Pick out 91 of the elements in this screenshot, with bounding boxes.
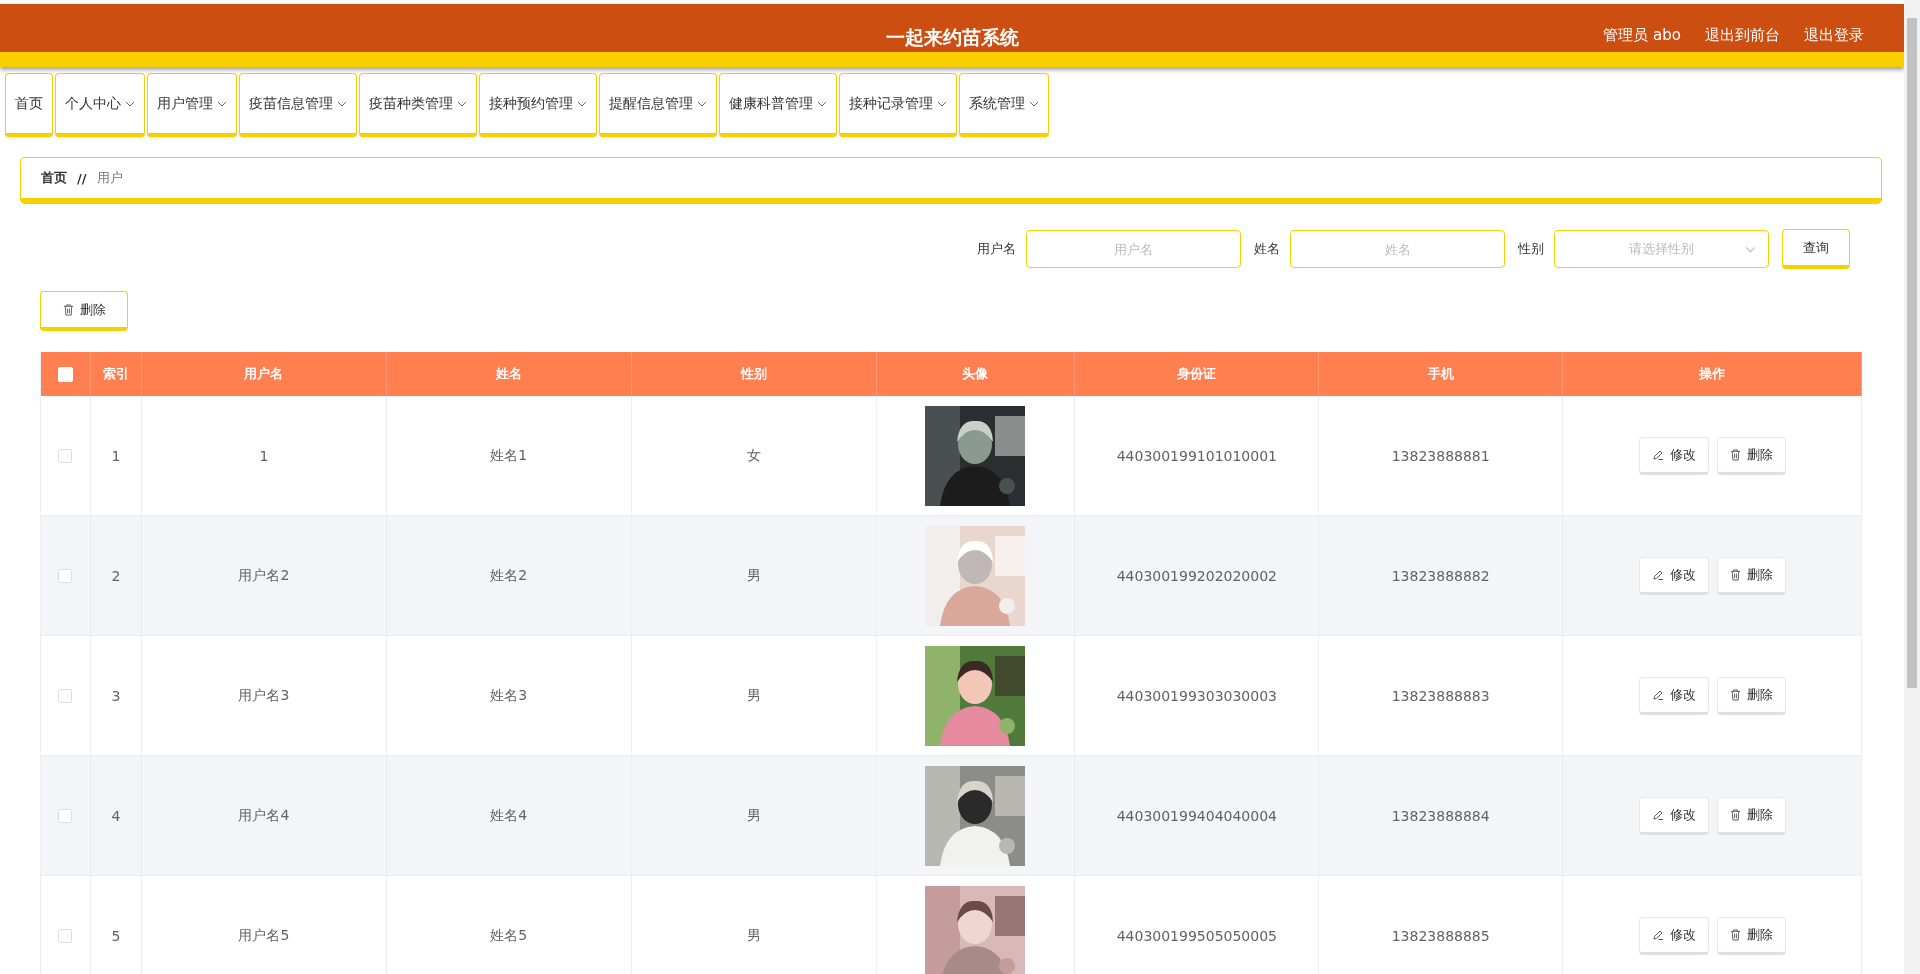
column-header: 用户名 (141, 352, 387, 396)
table-cell: 440300199303030003 (1116, 687, 1277, 704)
delete-button[interactable]: 删除 (1716, 796, 1786, 835)
select-all-checkbox[interactable] (58, 366, 73, 382)
nav-menu-item[interactable]: 系统管理 (959, 73, 1049, 137)
table-cell: 姓名5 (490, 926, 528, 945)
pencil-icon (1651, 448, 1664, 461)
table-cell: 4 (111, 807, 121, 824)
search-field[interactable]: 姓名 (1290, 230, 1505, 268)
nav-menu-item[interactable]: 接种预约管理 (479, 73, 597, 137)
trash-icon (62, 303, 74, 316)
delete-button[interactable]: 删除 (1716, 916, 1786, 955)
nav-menu-item[interactable]: 疫苗种类管理 (359, 73, 477, 137)
trash-icon (1729, 928, 1741, 941)
user-name: 管理员 abo (1603, 26, 1681, 45)
table-cell: 姓名2 (490, 566, 528, 585)
breadcrumb-separator: // (77, 170, 87, 186)
nav-menu-item[interactable]: 接种记录管理 (839, 73, 957, 137)
trash-icon (1729, 448, 1741, 461)
table-cell: 男 (746, 806, 761, 825)
table-cell: 13823888885 (1391, 927, 1490, 944)
table-cell: 13823888882 (1391, 567, 1490, 584)
table-cell: 用户名5 (238, 926, 290, 945)
scrollbar[interactable] (1904, 0, 1920, 974)
field-label: 用户名 (977, 240, 1016, 258)
trash-icon (1729, 808, 1741, 821)
table-cell: 440300199202020002 (1116, 567, 1277, 584)
breadcrumb-link[interactable]: 首页 (41, 169, 67, 187)
edit-button[interactable]: 修改 (1638, 436, 1709, 475)
row-checkbox[interactable] (58, 688, 73, 703)
delete-button[interactable]: 删除 (40, 291, 128, 331)
field-label: 姓名 (1254, 240, 1280, 258)
column-header: 手机 (1319, 352, 1564, 396)
table-cell: 13823888881 (1391, 447, 1490, 464)
pencil-icon (1651, 688, 1664, 701)
delete-button[interactable]: 删除 (1716, 676, 1786, 715)
edit-button[interactable]: 修改 (1638, 556, 1709, 595)
nav-menu-item[interactable]: 健康科普管理 (719, 73, 837, 137)
trash-icon (1729, 568, 1741, 581)
table-cell: 姓名1 (490, 446, 528, 465)
table-cell: 5 (111, 927, 121, 944)
column-header: 头像 (876, 352, 1076, 396)
table-cell: 男 (746, 686, 761, 705)
table-cell: 用户名2 (238, 566, 290, 585)
column-header: 操作 (1563, 352, 1862, 396)
nav-menu-item[interactable]: 疫苗信息管理 (239, 73, 357, 137)
field-label: 性别 (1518, 240, 1544, 258)
table-cell: 13823888883 (1391, 687, 1490, 704)
table-cell: 用户名3 (238, 686, 290, 705)
delete-button[interactable]: 删除 (1716, 436, 1786, 475)
row-checkbox[interactable] (58, 808, 73, 823)
table-cell: 1 (259, 447, 269, 464)
header-link[interactable]: 退出到前台 (1705, 26, 1780, 45)
header-link[interactable]: 退出登录 (1804, 26, 1864, 45)
search-field[interactable]: 用户名 (1026, 230, 1241, 268)
edit-button[interactable]: 修改 (1638, 796, 1709, 835)
table-cell: 440300199101010001 (1116, 447, 1277, 464)
chevron-down-icon (1745, 246, 1756, 253)
table-cell: 440300199404040004 (1116, 807, 1277, 824)
table-cell: 440300199505050005 (1116, 927, 1277, 944)
table-cell: 3 (111, 687, 121, 704)
row-checkbox[interactable] (58, 448, 73, 463)
edit-button[interactable]: 修改 (1638, 676, 1709, 715)
table-cell: 用户名4 (238, 806, 290, 825)
query-button[interactable]: 查询 (1782, 229, 1850, 269)
system-title: 一起来约苗系统 (885, 25, 1019, 50)
pencil-icon (1651, 568, 1664, 581)
current-page-title: 用户 (96, 169, 123, 187)
column-header: 姓名 (386, 352, 632, 396)
row-checkbox[interactable] (58, 928, 73, 943)
table-cell: 1 (111, 447, 121, 464)
column-header: 索引 (90, 352, 142, 396)
column-header: 身份证 (1075, 352, 1320, 396)
row-checkbox[interactable] (58, 568, 73, 583)
table-cell: 13823888884 (1391, 807, 1490, 824)
table-cell: 男 (746, 926, 761, 945)
table-cell: 2 (111, 567, 121, 584)
nav-menu-item[interactable]: 提醒信息管理 (599, 73, 717, 137)
column-header: 性别 (631, 352, 877, 396)
pencil-icon (1651, 928, 1664, 941)
trash-icon (1729, 688, 1741, 701)
edit-button[interactable]: 修改 (1638, 916, 1709, 955)
nav-menu-item[interactable]: 首页 (5, 73, 53, 137)
table-cell: 男 (746, 566, 761, 585)
table-cell: 女 (746, 446, 761, 465)
delete-button[interactable]: 删除 (1716, 556, 1786, 595)
nav-menu-item[interactable]: 用户管理 (147, 73, 237, 137)
nav-menu-item[interactable]: 个人中心 (55, 73, 145, 137)
table-cell: 姓名4 (490, 806, 528, 825)
pencil-icon (1651, 808, 1664, 821)
table-cell: 姓名3 (490, 686, 528, 705)
